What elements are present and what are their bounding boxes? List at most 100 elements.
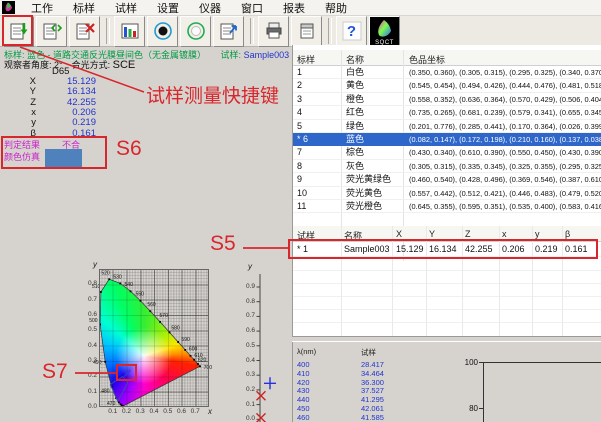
color-simulation-swatch bbox=[45, 149, 82, 167]
help-button[interactable]: ? bbox=[336, 16, 367, 47]
toolbar: ?SQCT bbox=[0, 16, 601, 47]
standard-coords: (0.558, 0.352), (0.636, 0.364), (0.570, … bbox=[409, 93, 601, 106]
standards-row-4[interactable]: 4红色(0.735, 0.265), (0.681, 0.239), (0.57… bbox=[293, 106, 601, 119]
chromaticity-y-tick: 0.3 bbox=[80, 357, 97, 364]
chromaticity-y-tick: 0.0 bbox=[80, 403, 97, 410]
standards-row-5[interactable]: 5绿色(0.201, 0.776), (0.285, 0.441), (0.17… bbox=[293, 120, 601, 133]
chromaticity-x-tick: 0.1 bbox=[107, 408, 119, 415]
standards-row-2[interactable]: 2黄色(0.545, 0.454), (0.494, 0.426), (0.44… bbox=[293, 79, 601, 92]
svg-text:550: 550 bbox=[136, 291, 145, 297]
standard-no: 2 bbox=[297, 79, 302, 92]
color-simulation-label: 颜色仿真 bbox=[4, 150, 40, 163]
standards-row-1[interactable]: 1白色(0.350, 0.360), (0.305, 0.315), (0.29… bbox=[293, 66, 601, 79]
standards-col-coords: 色品坐标 bbox=[409, 53, 445, 66]
menu-item-0[interactable]: 工作 bbox=[21, 0, 63, 16]
wavelength-value: 460 bbox=[297, 413, 310, 422]
bar-chart-button[interactable] bbox=[114, 16, 145, 47]
standard-name: 荧光黄色 bbox=[346, 187, 382, 200]
spectral-row: 44041.295 bbox=[293, 395, 453, 404]
wavelength-value: 410 bbox=[297, 369, 310, 378]
chromaticity-x-axis-label: x bbox=[208, 407, 212, 416]
standards-row-10[interactable]: 10荧光黄色(0.557, 0.442), (0.512, 0.421), (0… bbox=[293, 187, 601, 200]
svg-text:470: 470 bbox=[107, 401, 116, 407]
standards-row-8[interactable]: 8灰色(0.305, 0.315), (0.335, 0.345), (0.32… bbox=[293, 160, 601, 173]
standard-name: 荧光黄绿色 bbox=[346, 173, 391, 186]
menu-item-2[interactable]: 试样 bbox=[105, 0, 147, 16]
standards-table-header: 标样 名称 色品坐标 bbox=[293, 50, 601, 66]
sample-cell: 0.206 bbox=[502, 242, 525, 257]
standard-coords: (0.645, 0.355), (0.595, 0.351), (0.535, … bbox=[409, 200, 601, 213]
svg-text:540: 540 bbox=[125, 282, 134, 288]
svg-text:580: 580 bbox=[171, 325, 180, 331]
observer-info-line: 观察者角度: 2° 合光方式: SCE bbox=[4, 58, 135, 71]
column-divider bbox=[392, 226, 393, 336]
measure-sample-button[interactable] bbox=[3, 16, 34, 47]
standard-no: 8 bbox=[297, 160, 302, 173]
standards-row-6[interactable]: * 6蓝色(0.082, 0.147), (0.172, 0.198), (0.… bbox=[293, 133, 601, 146]
sample-col-beta: β bbox=[565, 229, 570, 239]
menu-item-4[interactable]: 仪器 bbox=[189, 0, 231, 16]
sqct-button[interactable]: SQCT bbox=[369, 16, 400, 47]
chromaticity-y-tick: 0.6 bbox=[80, 311, 97, 318]
column-divider bbox=[341, 226, 342, 336]
bar-chart-icon bbox=[120, 21, 140, 41]
toolbar-separator bbox=[328, 18, 332, 44]
toolbar-separator bbox=[250, 18, 254, 44]
chromaticity-x-tick: 0.5 bbox=[162, 408, 174, 415]
export-icon bbox=[219, 21, 239, 41]
menu-item-7[interactable]: 帮助 bbox=[315, 0, 357, 16]
white-calibration-button[interactable] bbox=[180, 16, 211, 47]
empty-row-line bbox=[293, 283, 601, 284]
print-preview-icon bbox=[297, 21, 317, 41]
print-preview-button[interactable] bbox=[291, 16, 322, 47]
measure-sample-icon bbox=[9, 21, 29, 41]
sample-col-X: X bbox=[396, 229, 402, 239]
zoomed-diagram-partial-axis: y 0.90.80.70.60.50.40.30.20.10.0 bbox=[235, 262, 292, 422]
standards-row-11[interactable]: 11荧光橙色(0.645, 0.355), (0.595, 0.351), (0… bbox=[293, 200, 601, 213]
black-calibration-icon bbox=[153, 21, 173, 41]
svg-text:520: 520 bbox=[101, 270, 110, 276]
standard-name: 棕色 bbox=[346, 146, 364, 159]
chromaticity-plot-area: 4704804905005105205305405505605705805906… bbox=[99, 269, 209, 407]
sample-table-header: 试样 名称 X Y Z x y β bbox=[293, 226, 601, 242]
standards-row-9[interactable]: 9荧光黄绿色(0.460, 0.540), (0.428, 0.496), (0… bbox=[293, 173, 601, 186]
standard-no: 4 bbox=[297, 106, 302, 119]
standard-coords: (0.082, 0.147), (0.172, 0.198), (0.210, … bbox=[409, 133, 601, 146]
spectral-data-pane: λ(nm) 试样 40028.41741034.46442036.3004303… bbox=[292, 342, 601, 422]
menu-item-3[interactable]: 设置 bbox=[147, 0, 189, 16]
colorimeter-app-window: 工作标样试样设置仪器窗口报表帮助 ?SQCT 标样: 蓝色 - 道路交通反光膜昼… bbox=[0, 0, 601, 422]
sample-cell: 15.129 bbox=[396, 242, 424, 257]
measurement-mode-value: SCE bbox=[113, 59, 136, 71]
sample-row-1[interactable]: * 1Sample00315.12916.13442.2550.2060.219… bbox=[293, 242, 601, 257]
reflectance-value: 41.295 bbox=[361, 395, 384, 404]
print-button[interactable] bbox=[258, 16, 289, 47]
standards-row-7[interactable]: 7棕色(0.430, 0.340), (0.610, 0.390), (0.55… bbox=[293, 146, 601, 159]
spectral-chart-ytick-80: 80 bbox=[458, 404, 478, 413]
standard-no: 3 bbox=[297, 93, 302, 106]
column-divider bbox=[462, 226, 463, 336]
spectral-row: 460 41.585 bbox=[293, 413, 453, 422]
standard-coords: (0.460, 0.540), (0.428, 0.496), (0.369, … bbox=[409, 173, 601, 186]
menu-item-5[interactable]: 窗口 bbox=[231, 0, 273, 16]
empty-row-line bbox=[293, 270, 601, 271]
wavelength-value: 450 bbox=[297, 404, 310, 413]
s7-annotation: S7 bbox=[42, 360, 68, 384]
wavelength-value: 420 bbox=[297, 378, 310, 387]
standards-row-3[interactable]: 3橙色(0.558, 0.352), (0.636, 0.364), (0.57… bbox=[293, 93, 601, 106]
wavelength-value: 400 bbox=[297, 360, 310, 369]
right-panel: 标样 名称 色品坐标 1白色(0.350, 0.360), (0.305, 0.… bbox=[292, 45, 601, 336]
compare-button[interactable] bbox=[36, 16, 67, 47]
sample-cell: 0.219 bbox=[535, 242, 558, 257]
reflectance-value: 42.061 bbox=[361, 404, 384, 413]
standard-coords: (0.201, 0.776), (0.285, 0.441), (0.170, … bbox=[409, 120, 601, 133]
black-calibration-button[interactable] bbox=[147, 16, 178, 47]
export-button[interactable] bbox=[213, 16, 244, 47]
spectral-chart-top-axis bbox=[483, 362, 601, 363]
delete-sample-button[interactable] bbox=[69, 16, 100, 47]
menu-item-1[interactable]: 标样 bbox=[63, 0, 105, 16]
empty-row-line bbox=[293, 322, 601, 323]
reflectance-value: 41.585 bbox=[361, 413, 384, 422]
chromaticity-y-tick: 0.8 bbox=[80, 280, 97, 287]
menu-item-6[interactable]: 报表 bbox=[273, 0, 315, 16]
chromaticity-x-tick: 0.6 bbox=[176, 408, 188, 415]
